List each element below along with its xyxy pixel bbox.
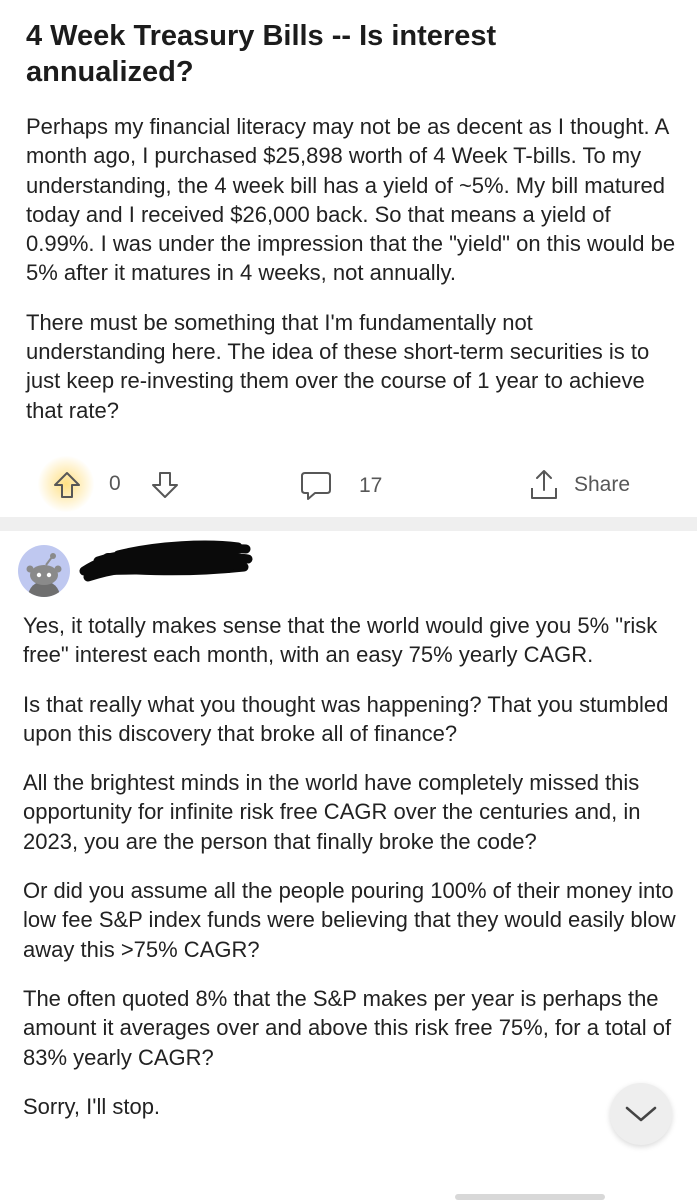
upvote-button[interactable] [38,456,94,512]
share-icon [531,470,557,499]
post-paragraph: Perhaps my financial literacy may not be… [26,114,676,286]
comment-body: Yes, it totally makes sense that the wor… [23,611,683,1141]
comments-button[interactable]: 17 [299,470,382,502]
post-card: 4 Week Treasury Bills -- Is interest ann… [0,0,697,517]
vote-count: 0 [109,472,121,495]
avatar[interactable] [18,545,70,597]
comment-paragraph: The often quoted 8% that the S&P makes p… [23,985,672,1070]
home-indicator [455,1194,605,1200]
comment-paragraph: Or did you assume all the people pouring… [23,878,676,962]
share-label: Share [574,473,631,496]
comment-count: 17 [359,474,383,497]
post-action-bar: 0 17 Share [0,456,697,512]
downvote-arrow-icon [152,472,178,498]
comment-card: Yes, it totally makes sense that the wor… [0,531,697,1200]
downvote-button[interactable] [150,470,180,500]
post-paragraph: There must be something that I'm fundame… [26,309,650,423]
upvote-arrow-icon [54,472,80,498]
share-button[interactable]: Share [528,468,630,502]
comment-paragraph: Sorry, I'll stop. [23,1093,161,1119]
section-divider [0,517,697,531]
chevron-down-icon [625,1106,657,1122]
comment-paragraph: Is that really what you thought was happ… [23,691,669,746]
comment-paragraph: Yes, it totally makes sense that the wor… [23,613,658,668]
comment-bubble-icon [301,472,331,500]
comment-paragraph: All the brightest minds in the world hav… [23,770,641,854]
post-body: Perhaps my financial literacy may not be… [26,112,676,445]
scroll-down-button[interactable] [610,1083,672,1145]
redacted-username [79,540,253,582]
post-title: 4 Week Treasury Bills -- Is interest ann… [26,20,497,88]
snoo-avatar-icon [26,553,62,597]
